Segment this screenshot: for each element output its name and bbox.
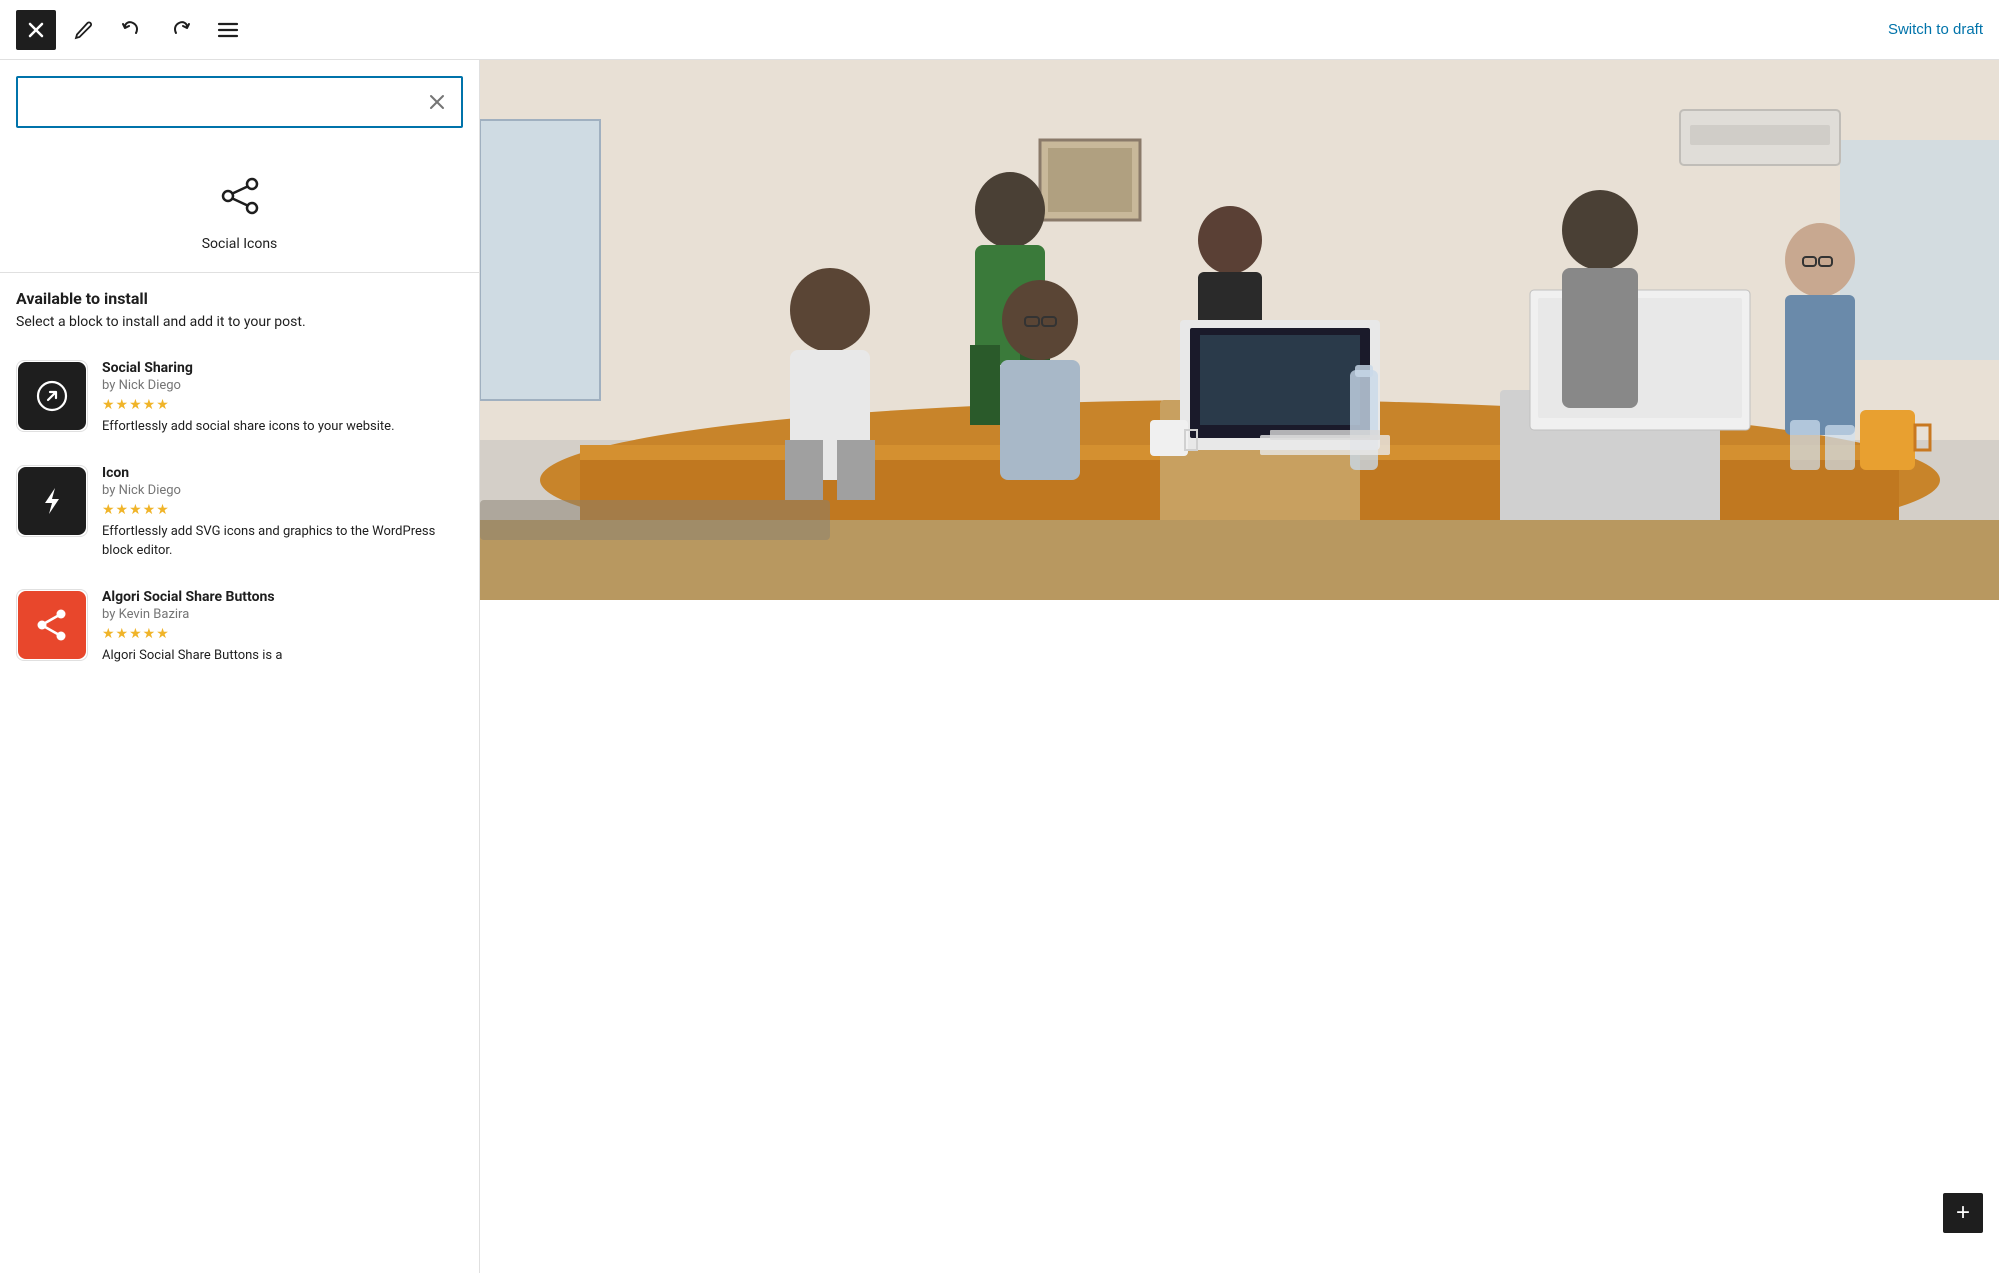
pencil-icon: [74, 20, 94, 40]
plugin-author-social-sharing: by Nick Diego: [102, 378, 463, 393]
redo-icon: [169, 19, 191, 41]
bolt-icon: [33, 482, 71, 520]
plugin-stars-social-sharing: ★★★★★: [102, 397, 463, 413]
social-icons-block-result[interactable]: Social Icons: [0, 144, 479, 272]
toolbar: Switch to draft: [0, 0, 1999, 60]
edit-button[interactable]: [64, 10, 104, 50]
search-clear-button[interactable]: [425, 90, 449, 114]
plugin-stars-algori: ★★★★★: [102, 626, 463, 642]
share-circle-icon: [31, 604, 73, 646]
search-input[interactable]: social icons: [30, 93, 425, 111]
plugin-info-social-sharing: Social Sharing by Nick Diego ★★★★★ Effor…: [102, 360, 463, 437]
plugin-icon-icon: [16, 465, 88, 537]
block-inserter-panel: social icons Social Icons: [0, 60, 480, 1273]
editor-canvas-area: +: [480, 60, 1999, 1273]
plugin-name-icon: Icon: [102, 465, 463, 481]
plugin-desc-social-sharing: Effortlessly add social share icons to y…: [102, 417, 463, 437]
close-icon: [28, 22, 44, 38]
search-box: social icons: [16, 76, 463, 128]
plugin-desc-icon: Effortlessly add SVG icons and graphics …: [102, 522, 463, 561]
plugin-info-icon: Icon by Nick Diego ★★★★★ Effortlessly ad…: [102, 465, 463, 561]
social-icons-icon: [220, 176, 260, 224]
main-layout: social icons Social Icons: [0, 60, 1999, 1273]
plugin-item-icon[interactable]: Icon by Nick Diego ★★★★★ Effortlessly ad…: [0, 451, 479, 575]
plugin-author-algori: by Kevin Bazira: [102, 607, 463, 622]
available-section: Available to install Select a block to i…: [0, 273, 479, 330]
switch-to-draft-button[interactable]: Switch to draft: [1888, 21, 1983, 38]
social-icons-label: Social Icons: [202, 236, 278, 252]
redo-button[interactable]: [160, 10, 200, 50]
plugin-item-social-sharing[interactable]: Social Sharing by Nick Diego ★★★★★ Effor…: [0, 346, 479, 451]
plugin-name-social-sharing: Social Sharing: [102, 360, 463, 376]
plugin-author-icon: by Nick Diego: [102, 483, 463, 498]
share-external-icon: [33, 377, 71, 415]
plugin-stars-icon: ★★★★★: [102, 502, 463, 518]
plugin-item-algori[interactable]: Algori Social Share Buttons by Kevin Baz…: [0, 575, 479, 680]
plugin-name-algori: Algori Social Share Buttons: [102, 589, 463, 605]
toolbar-left: [16, 10, 248, 50]
plugin-info-algori: Algori Social Share Buttons by Kevin Baz…: [102, 589, 463, 666]
hamburger-icon: [217, 21, 239, 39]
add-block-button[interactable]: +: [1943, 1193, 1983, 1233]
undo-button[interactable]: [112, 10, 152, 50]
toolbar-right: Switch to draft: [1888, 21, 1983, 38]
clear-icon: [429, 94, 445, 110]
editor-canvas: +: [480, 60, 1999, 1273]
plugin-desc-algori: Algori Social Share Buttons is a: [102, 646, 463, 666]
undo-icon: [121, 19, 143, 41]
editor-image-block: [480, 60, 1999, 600]
plugin-icon-algori: [16, 589, 88, 661]
plugin-icon-social-sharing: [16, 360, 88, 432]
photo-illustration: [480, 60, 1999, 600]
available-title: Available to install: [16, 289, 463, 308]
menu-button[interactable]: [208, 10, 248, 50]
close-button[interactable]: [16, 10, 56, 50]
available-subtitle: Select a block to install and add it to …: [16, 314, 463, 330]
